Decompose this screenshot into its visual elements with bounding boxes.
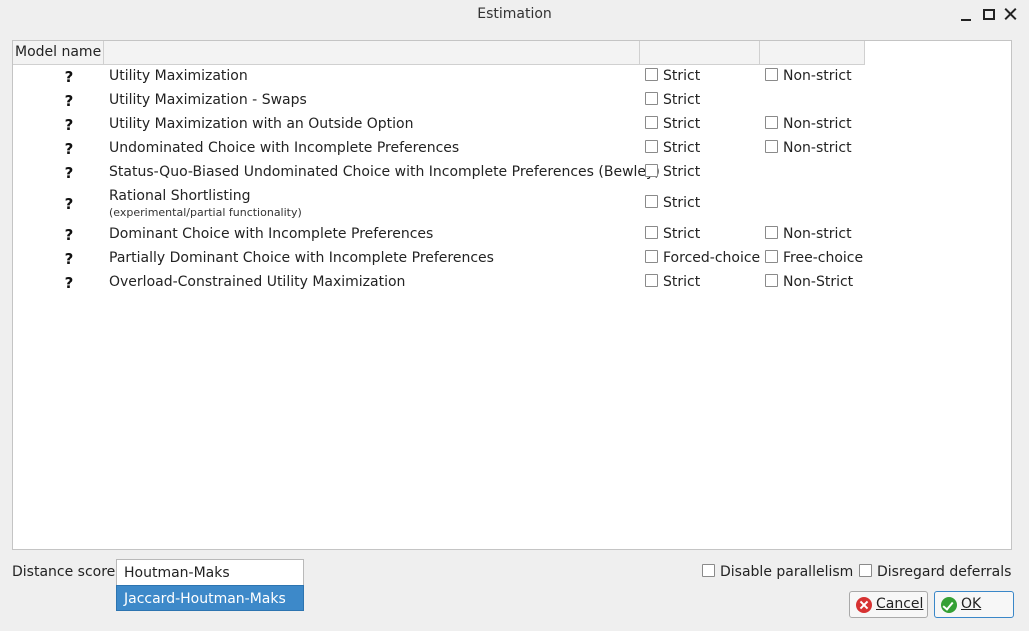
checkbox-icon[interactable]: [859, 564, 872, 577]
ok-icon: [941, 597, 957, 613]
option-checkbox[interactable]: Strict: [645, 116, 700, 132]
column-header-blank-3[interactable]: [760, 41, 865, 64]
checkbox-icon[interactable]: [645, 226, 658, 239]
models-table: Model name ? Utility Maximization Strict…: [12, 40, 1012, 550]
option-checkbox[interactable]: Strict: [645, 195, 700, 211]
table-row[interactable]: ? Partially Dominant Choice with Incompl…: [13, 247, 1003, 271]
ok-button[interactable]: OK: [934, 591, 1014, 618]
checkbox-icon[interactable]: [645, 68, 658, 81]
checkbox-icon[interactable]: [645, 164, 658, 177]
status-cell: ?: [64, 92, 74, 110]
table-row[interactable]: ? Overload-Constrained Utility Maximizat…: [13, 271, 1003, 295]
status-cell: ?: [64, 68, 74, 86]
checkbox-icon[interactable]: [702, 564, 715, 577]
table-header: Model name: [13, 41, 865, 65]
disregard-deferrals-checkbox[interactable]: Disregard deferrals: [859, 564, 1011, 580]
table-row[interactable]: ? Status-Quo-Biased Undominated Choice w…: [13, 161, 1003, 185]
status-cell: ?: [64, 274, 74, 292]
checkbox-icon[interactable]: [645, 195, 658, 208]
cancel-icon: [856, 597, 872, 613]
close-icon[interactable]: [1002, 5, 1020, 23]
status-cell: ?: [64, 116, 74, 134]
table-row[interactable]: ? Undominated Choice with Incomplete Pre…: [13, 137, 1003, 161]
option-checkbox[interactable]: Non-strict: [765, 68, 852, 84]
checkbox-icon[interactable]: [765, 250, 778, 263]
checkbox-icon[interactable]: [645, 92, 658, 105]
option-checkbox[interactable]: Strict: [645, 164, 700, 180]
option-checkbox[interactable]: Forced-choice: [645, 250, 760, 266]
distance-score-label: Distance score: [12, 564, 116, 580]
model-name: Utility Maximization - Swaps: [109, 92, 307, 108]
option-checkbox[interactable]: Strict: [645, 92, 700, 108]
table-row[interactable]: ? Utility Maximization - Swaps Strict: [13, 89, 1003, 113]
window-title: Estimation: [477, 6, 552, 22]
model-name: Utility Maximization with an Outside Opt…: [109, 116, 414, 132]
table-row[interactable]: ? Dominant Choice with Incomplete Prefer…: [13, 223, 1003, 247]
checkbox-icon[interactable]: [765, 140, 778, 153]
table-row[interactable]: ? Utility Maximization Strict Non-strict: [13, 65, 1003, 89]
option-checkbox[interactable]: Strict: [645, 140, 700, 156]
model-name: Overload-Constrained Utility Maximizatio…: [109, 274, 406, 290]
model-name: Undominated Choice with Incomplete Prefe…: [109, 140, 460, 156]
option-checkbox[interactable]: Non-strict: [765, 226, 852, 242]
option-checkbox[interactable]: Non-strict: [765, 116, 852, 132]
model-name: Utility Maximization: [109, 68, 248, 84]
model-note: (experimental/partial functionality): [109, 206, 302, 219]
option-checkbox[interactable]: Non-Strict: [765, 274, 853, 290]
ok-label: OK: [961, 596, 982, 612]
distance-score-list[interactable]: Houtman-Maks Jaccard-Houtman-Maks: [116, 559, 304, 611]
checkbox-icon[interactable]: [645, 140, 658, 153]
option-checkbox[interactable]: Non-strict: [765, 140, 852, 156]
status-cell: ?: [64, 226, 74, 244]
option-checkbox[interactable]: Strict: [645, 226, 700, 242]
option-checkbox[interactable]: Strict: [645, 68, 700, 84]
column-header-blank-2[interactable]: [640, 41, 760, 64]
model-name: Partially Dominant Choice with Incomplet…: [109, 250, 494, 266]
status-cell: ?: [64, 195, 74, 213]
checkbox-icon[interactable]: [765, 116, 778, 129]
table-row[interactable]: ? Utility Maximization with an Outside O…: [13, 113, 1003, 137]
status-cell: ?: [64, 140, 74, 158]
column-header-blank-1[interactable]: [104, 41, 640, 64]
model-name: Rational Shortlisting: [109, 188, 251, 204]
status-cell: ?: [64, 164, 74, 182]
checkbox-icon[interactable]: [645, 250, 658, 263]
disable-parallelism-checkbox[interactable]: Disable parallelism: [702, 564, 853, 580]
status-cell: ?: [64, 250, 74, 268]
column-header-model-name[interactable]: Model name: [13, 41, 104, 64]
distance-option-jaccard-houtman-maks[interactable]: Jaccard-Houtman-Maks: [116, 585, 304, 611]
checkbox-icon[interactable]: [765, 274, 778, 287]
model-name: Dominant Choice with Incomplete Preferen…: [109, 226, 434, 242]
maximize-icon[interactable]: [980, 5, 998, 23]
cancel-label: Cancel: [876, 596, 924, 612]
table-row[interactable]: ? Rational Shortlisting (experimental/pa…: [13, 185, 1003, 223]
option-checkbox[interactable]: Free-choice: [765, 250, 863, 266]
title-bar: Estimation: [0, 0, 1029, 30]
checkbox-icon[interactable]: [765, 68, 778, 81]
model-name: Status-Quo-Biased Undominated Choice wit…: [109, 164, 660, 180]
cancel-button[interactable]: Cancel: [849, 591, 928, 618]
checkbox-icon[interactable]: [765, 226, 778, 239]
minimize-icon[interactable]: [958, 5, 976, 23]
option-checkbox[interactable]: Strict: [645, 274, 700, 290]
distance-option-houtman-maks[interactable]: Houtman-Maks: [116, 559, 304, 585]
checkbox-icon[interactable]: [645, 116, 658, 129]
checkbox-icon[interactable]: [645, 274, 658, 287]
